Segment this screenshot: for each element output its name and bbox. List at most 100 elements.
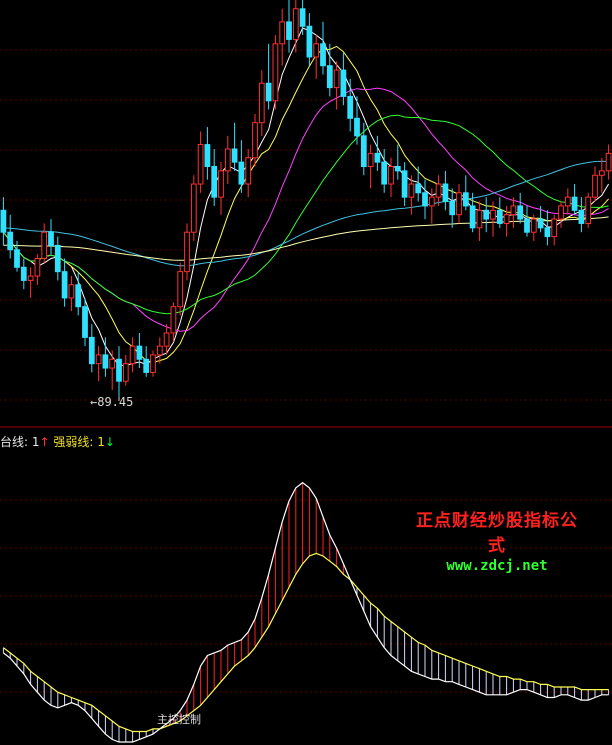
- candle-body: [496, 209, 503, 224]
- indicator-label-2: 强弱线:: [53, 435, 94, 449]
- candle-body: [442, 183, 449, 203]
- candle-body: [360, 135, 367, 167]
- candle-body: [469, 205, 476, 229]
- candle-body: [333, 69, 340, 89]
- candle-body: [61, 271, 68, 299]
- candle-body: [367, 152, 374, 167]
- ma5-line: [3, 27, 610, 366]
- candle-body: [170, 306, 177, 334]
- candle-body: [265, 82, 272, 102]
- candle-body: [41, 231, 48, 260]
- candle-body: [551, 218, 558, 238]
- candle-body: [456, 192, 462, 216]
- candle-body: [252, 122, 258, 159]
- candle-body: [598, 170, 605, 176]
- candle-body: [7, 231, 14, 251]
- candle-body: [20, 266, 27, 281]
- low-price-marker: ←89.45: [90, 395, 133, 409]
- candle-body: [530, 218, 537, 233]
- candle-body: [177, 271, 184, 308]
- candle-body: [184, 231, 190, 273]
- candle-body: [354, 117, 360, 137]
- candle-body: [82, 306, 88, 338]
- candle-body: [299, 8, 306, 27]
- candle-body: [238, 161, 245, 185]
- indicator-value-2: 1: [97, 435, 105, 449]
- candle-body: [88, 336, 95, 365]
- candle-body: [388, 165, 394, 185]
- arrow-up-icon: ↑: [39, 435, 50, 449]
- candle-body: [313, 43, 320, 58]
- indicator-value-1: 1: [31, 435, 40, 449]
- candle-body: [415, 183, 422, 194]
- candle-body: [14, 249, 20, 268]
- indicator-bar: 台线: 1↑ 强弱线: 1↓: [0, 433, 115, 450]
- candle-body: [122, 363, 129, 382]
- indicator-label-1: 台线:: [0, 435, 29, 449]
- candle-body: [27, 275, 34, 281]
- ma10-line: [3, 45, 609, 363]
- candle-body: [320, 43, 326, 67]
- candle-body: [571, 196, 578, 211]
- candle-body: [272, 43, 279, 102]
- candle-body: [292, 8, 299, 40]
- candle-body: [48, 231, 54, 246]
- candle-body: [129, 345, 136, 365]
- candle-body: [408, 183, 415, 198]
- ma120-line: [3, 216, 609, 261]
- candle-body: [381, 161, 388, 185]
- candle-body: [231, 148, 238, 163]
- candle-body: [258, 82, 265, 124]
- main-control-annotation: 主控控制: [157, 713, 201, 726]
- candle-body: [204, 144, 211, 167]
- candle-body: [394, 165, 401, 172]
- candle-body: [483, 209, 490, 220]
- candle-body: [537, 218, 544, 229]
- candle-body: [116, 358, 122, 382]
- candle-body: [517, 205, 524, 220]
- watermark-title: 正点财经炒股指标公式: [416, 511, 578, 556]
- candle-body: [503, 214, 510, 224]
- candle-body: [224, 148, 231, 172]
- candle-body: [326, 65, 333, 89]
- candle-body: [68, 284, 75, 299]
- candle-body: [306, 25, 313, 58]
- candle-body: [564, 196, 571, 207]
- candle-body: [0, 209, 7, 233]
- candle-body: [605, 152, 612, 172]
- candle-body: [163, 332, 170, 347]
- arrow-down-icon: ↓: [104, 435, 115, 449]
- candle-body: [449, 201, 456, 216]
- candle-body: [510, 205, 517, 216]
- candle-body: [156, 345, 163, 356]
- candle-body: [401, 170, 408, 198]
- candle-body: [136, 345, 143, 360]
- candle-body: [54, 244, 61, 273]
- candle-body: [462, 192, 469, 207]
- candle-body: [197, 144, 204, 185]
- candle-body: [435, 183, 442, 198]
- candle-body: [218, 170, 224, 198]
- candle-body: [544, 227, 551, 238]
- candle-body: [109, 358, 116, 369]
- candle-body: [75, 284, 82, 308]
- candle-body: [578, 209, 585, 224]
- candle-body: [340, 69, 347, 97]
- candle-body: [374, 152, 381, 163]
- low-price-value: 89.45: [97, 395, 134, 409]
- candle-body: [150, 354, 156, 373]
- candle-body: [524, 218, 530, 233]
- candle-body: [211, 165, 218, 198]
- candle-body: [428, 196, 435, 207]
- candle-body: [190, 183, 197, 233]
- stock-chart: [0, 0, 612, 743]
- osc-slow-line: [3, 552, 609, 733]
- candle-body: [592, 174, 598, 198]
- candle-body: [422, 192, 428, 207]
- candle-body: [279, 21, 286, 45]
- candle-body: [286, 21, 292, 40]
- candle-body: [490, 209, 496, 220]
- watermark-url: www.zdcj.net: [446, 558, 548, 574]
- watermark: 正点财经炒股指标公式 www.zdcj.net: [408, 506, 586, 574]
- candle-body: [102, 354, 109, 369]
